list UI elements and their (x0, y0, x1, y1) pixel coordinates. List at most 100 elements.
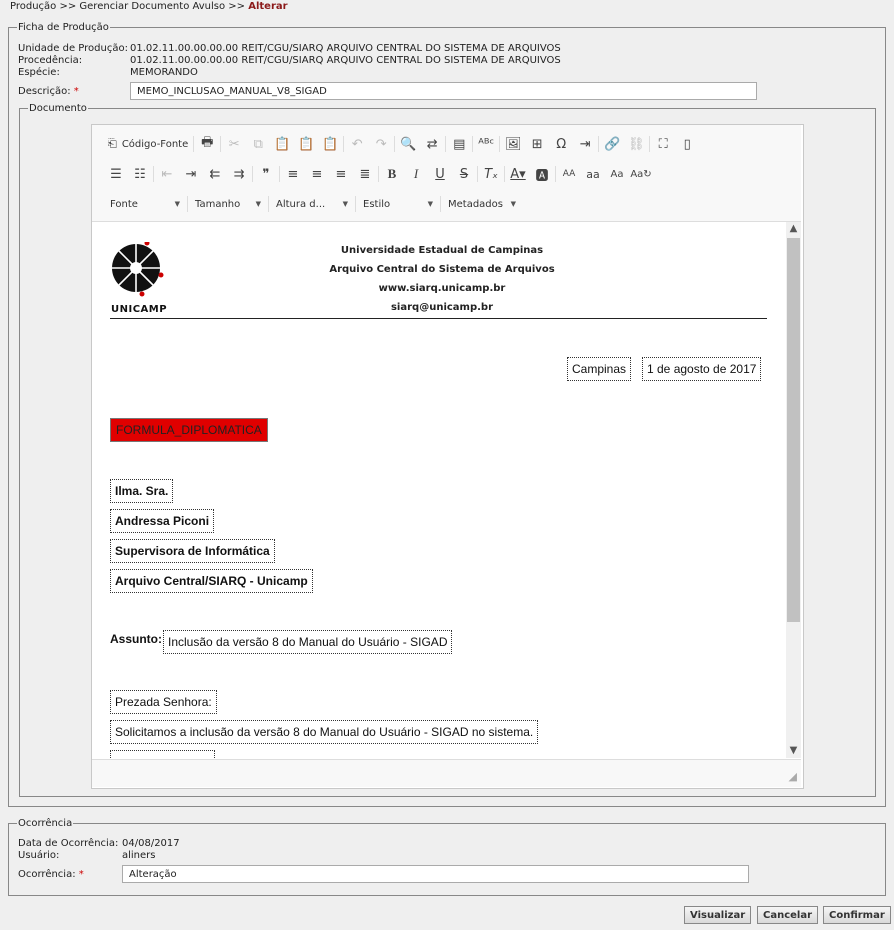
image-icon[interactable]: 🖼 (501, 134, 525, 154)
indent-icon[interactable]: ⇉ (227, 164, 251, 184)
confirmar-button[interactable]: Confirmar (823, 906, 891, 924)
increase-indent-icon[interactable]: ⇥ (179, 164, 203, 184)
bg-color-icon[interactable]: 🅰 (530, 164, 554, 184)
editor-content[interactable]: UNICAMP Universidade Estadual de Campina… (92, 222, 786, 758)
italic-icon[interactable]: I (404, 164, 428, 184)
header-line-4: siarq@unicamp.br (390, 302, 494, 313)
usuario-row: Usuário: aliners (18, 850, 156, 862)
scroll-down-arrow-icon[interactable]: ▼ (786, 744, 801, 758)
date-field[interactable]: 1 de agosto de 2017 (642, 357, 762, 381)
formula-diplomatica-field[interactable]: FORMULA_DIPLOMATICA (110, 418, 268, 442)
visualizar-button[interactable]: Visualizar (684, 906, 752, 924)
header-divider (110, 318, 767, 319)
header-line-2: Arquivo Central do Sistema de Arquivos (329, 264, 555, 275)
procedencia-label: Procedência: (18, 55, 83, 66)
align-left-icon[interactable]: ≡ (281, 164, 305, 184)
find-icon[interactable]: 🔍 (396, 134, 420, 154)
link-icon[interactable]: 🔗 (600, 134, 624, 154)
copy-icon[interactable]: ⧉ (246, 134, 270, 154)
data-ocorrencia-value: 04/08/2017 (122, 838, 180, 849)
spellcheck-icon[interactable]: ᴬᴮᶜ (474, 134, 498, 154)
breadcrumb-current: Alterar (248, 1, 288, 12)
salutation-field[interactable]: Prezada Senhora: (110, 690, 217, 714)
descricao-input[interactable] (130, 82, 757, 100)
descricao-required-mark: * (73, 86, 79, 97)
align-justify-icon[interactable]: ≣ (353, 164, 377, 184)
paste-icon[interactable]: 📋 (270, 134, 294, 154)
table-icon[interactable]: ⊞ (525, 134, 549, 154)
ocorrencia-row: Ocorrência: * (18, 869, 84, 881)
bulleted-list-icon[interactable]: ☷ (128, 164, 152, 184)
documento-legend: Documento (29, 103, 87, 114)
size-combo[interactable]: Tamanho ▼ (189, 194, 267, 214)
unidade-value: 01.02.11.00.00.00.00 REIT/CGU/SIARQ ARQU… (130, 43, 561, 54)
cut-icon[interactable]: ✂ (222, 134, 246, 154)
line-height-combo[interactable]: Altura d... ▼ (270, 194, 354, 214)
toolbar-row-1: ⎗ Código-Fonte 🖶 ✂ ⧉ 📋 📋 📋 ↶ ↷ 🔍 ⇄ ▤ ᴬᴮᶜ… (104, 133, 699, 155)
align-center-icon[interactable]: ≡ (305, 164, 329, 184)
unidade-label: Unidade de Produção: (18, 43, 128, 54)
maximize-icon[interactable]: ⛶ (651, 134, 675, 154)
paste-text-icon[interactable]: 📋 (294, 134, 318, 154)
font-combo[interactable]: Fonte ▼ (104, 194, 186, 214)
unlink-icon[interactable]: ⛓ (624, 134, 648, 154)
ficha-producao-legend: Ficha de Produção (18, 22, 109, 33)
numbered-list-icon[interactable]: ☰ (104, 164, 128, 184)
replace-icon[interactable]: ⇄ (420, 134, 444, 154)
show-blocks-icon[interactable]: ▯ (675, 134, 699, 154)
ocorrencia-input[interactable] (122, 865, 749, 883)
assunto-field[interactable]: Inclusão da versão 8 do Manual do Usuári… (163, 630, 453, 654)
undo-icon[interactable]: ↶ (345, 134, 369, 154)
next-field-partial[interactable] (110, 750, 215, 758)
editor-scrollbar[interactable]: ▲ ▼ (786, 222, 801, 758)
procedencia-row: Procedência: 01.02.11.00.00.00.00 REIT/CG… (18, 55, 561, 67)
style-combo-label: Estilo (363, 198, 391, 210)
outdent-icon[interactable]: ⇇ (203, 164, 227, 184)
recipient-name-field[interactable]: Andressa Piconi (110, 509, 215, 533)
titlecase-icon[interactable]: Aa (605, 164, 629, 184)
recipient-org-field[interactable]: Arquivo Central/SIARQ - Unicamp (110, 569, 313, 593)
city-field[interactable]: Campinas (567, 357, 632, 381)
chevron-down-icon: ▼ (174, 200, 180, 208)
especie-row: Espécie: MEMORANDO (18, 67, 198, 79)
scroll-up-arrow-icon[interactable]: ▲ (786, 222, 801, 236)
page-break-icon[interactable]: ⇥ (573, 134, 597, 154)
strikethrough-icon[interactable]: S (452, 164, 476, 184)
blockquote-icon[interactable]: ❞ (254, 164, 278, 184)
cancelar-button[interactable]: Cancelar (757, 906, 819, 924)
decrease-indent-icon[interactable]: ⇤ (155, 164, 179, 184)
paste-word-icon[interactable]: 📋 (318, 134, 342, 154)
chevron-down-icon: ▼ (427, 200, 433, 208)
select-all-icon[interactable]: ▤ (447, 134, 471, 154)
redo-icon[interactable]: ↷ (369, 134, 393, 154)
lowercase-icon[interactable]: aa (581, 164, 605, 184)
style-combo[interactable]: Estilo ▼ (357, 194, 439, 214)
assunto-label: Assunto: (110, 632, 162, 646)
print-icon[interactable]: 🖶 (195, 134, 219, 154)
togglecase-icon[interactable]: Aa↻ (629, 164, 653, 184)
recipient-title-field[interactable]: Ilma. Sra. (110, 479, 174, 503)
resize-handle-icon[interactable]: ◢ (789, 770, 797, 783)
text-color-icon[interactable]: A▾ (506, 164, 530, 184)
remove-format-icon[interactable]: Tₓ (479, 164, 503, 184)
editor-toolbar: ⎗ Código-Fonte 🖶 ✂ ⧉ 📋 📋 📋 ↶ ↷ 🔍 ⇄ ▤ ᴬᴮᶜ… (92, 125, 801, 222)
rich-text-editor[interactable]: ⎗ Código-Fonte 🖶 ✂ ⧉ 📋 📋 📋 ↶ ↷ 🔍 ⇄ ▤ ᴬᴮᶜ… (91, 124, 804, 789)
body-field[interactable]: Solicitamos a inclusão da versão 8 do Ma… (110, 720, 539, 744)
descricao-label: Descrição: (18, 86, 71, 97)
scroll-thumb[interactable] (787, 238, 800, 622)
uppercase-icon[interactable]: AA (557, 164, 581, 184)
source-button[interactable]: ⎗ Código-Fonte (104, 134, 192, 154)
align-right-icon[interactable]: ≡ (329, 164, 353, 184)
ocorrencia-label: Ocorrência: (18, 869, 76, 880)
data-ocorrencia-label: Data de Ocorrência: (18, 838, 119, 849)
underline-icon[interactable]: U (428, 164, 452, 184)
recipient-role-field[interactable]: Supervisora de Informática (110, 539, 275, 563)
special-char-icon[interactable]: Ω (549, 134, 573, 154)
header-line-3: www.siarq.unicamp.br (378, 283, 506, 294)
ocorrencia-legend: Ocorrência (18, 818, 73, 829)
metadata-combo[interactable]: Metadados ▼ (442, 194, 522, 214)
line-height-combo-label: Altura d... (276, 198, 326, 210)
toolbar-row-2: ☰ ☷ ⇤ ⇥ ⇇ ⇉ ❞ ≡ ≡ ≡ ≣ B I U S Tₓ A▾ 🅰 AA (104, 163, 653, 185)
chevron-down-icon: ▼ (510, 200, 516, 208)
bold-icon[interactable]: B (380, 164, 404, 184)
